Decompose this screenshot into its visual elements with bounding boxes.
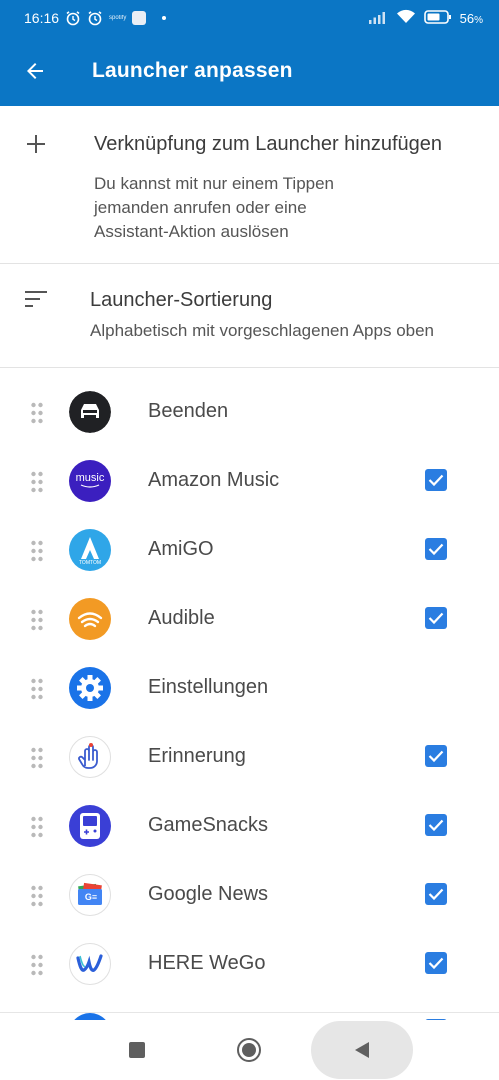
partial-app-icon bbox=[69, 1013, 111, 1020]
description-line: Assistant-Aktion auslösen bbox=[94, 222, 289, 241]
battery-unit: % bbox=[474, 14, 483, 26]
arrow-back-icon bbox=[27, 63, 43, 79]
recents-button[interactable] bbox=[129, 1042, 145, 1058]
page-title: Launcher anpassen bbox=[92, 59, 293, 82]
google-news-icon: G≡ bbox=[69, 874, 111, 916]
app-bar: Launcher anpassen bbox=[0, 36, 499, 106]
add-shortcut-row[interactable]: Verknüpfung zum Launcher hinzufügen Du k… bbox=[0, 106, 499, 264]
amazon-music-icon: music bbox=[69, 460, 111, 502]
amigo-icon: TOMTOM bbox=[69, 529, 111, 571]
list-item-here-wego[interactable]: HERE WeGo bbox=[0, 930, 499, 999]
app-label: Beenden bbox=[148, 400, 229, 422]
drag-handle-icon[interactable] bbox=[30, 885, 44, 907]
app-checkbox-checked[interactable] bbox=[425, 469, 447, 491]
app-label: GameSnacks bbox=[148, 814, 269, 836]
app-list: Beenden music Amazon Music TOMTOM AmiGO bbox=[0, 378, 499, 999]
drag-handle-icon[interactable] bbox=[30, 954, 44, 976]
audible-icon bbox=[69, 598, 111, 640]
check-icon bbox=[428, 888, 444, 901]
drag-handle-icon[interactable] bbox=[30, 402, 44, 424]
check-icon bbox=[428, 957, 444, 970]
back-triangle-icon bbox=[355, 1042, 369, 1058]
battery-level: 56% bbox=[460, 11, 483, 26]
plus-icon bbox=[27, 135, 45, 153]
drag-handle-icon[interactable] bbox=[30, 471, 44, 493]
sort-icon bbox=[25, 291, 47, 307]
battery-value: 56 bbox=[459, 10, 475, 26]
check-icon bbox=[428, 474, 444, 487]
list-item-beenden[interactable]: Beenden bbox=[0, 378, 499, 447]
app-label: Einstellungen bbox=[148, 676, 269, 698]
system-nav-bar bbox=[0, 1020, 499, 1080]
list-item-einstellungen[interactable]: Einstellungen bbox=[0, 654, 499, 723]
list-item-amigo[interactable]: TOMTOM AmiGO bbox=[0, 516, 499, 585]
list-item-erinnerung[interactable]: Erinnerung bbox=[0, 723, 499, 792]
gamesnacks-icon bbox=[69, 805, 111, 847]
add-shortcut-title: Verknüpfung zum Launcher hinzufügen bbox=[94, 133, 443, 155]
screen: 16:16 spotify 56% Launcher anpassen Verk… bbox=[0, 0, 499, 1080]
drag-handle-icon[interactable] bbox=[30, 747, 44, 769]
app-label: HERE WeGo bbox=[148, 952, 266, 974]
list-item-partial[interactable] bbox=[0, 1012, 499, 1020]
app-label: AmiGO bbox=[148, 538, 214, 560]
list-item-gamesnacks[interactable]: GameSnacks bbox=[0, 792, 499, 861]
app-checkbox-checked[interactable] bbox=[425, 607, 447, 629]
status-bar: 16:16 spotify 56% bbox=[0, 0, 499, 36]
here-wego-icon bbox=[69, 943, 111, 985]
signal-icon bbox=[368, 10, 388, 27]
drag-handle-icon[interactable] bbox=[30, 678, 44, 700]
app-label: Erinnerung bbox=[148, 745, 246, 767]
check-icon bbox=[428, 750, 444, 763]
sorting-title: Launcher-Sortierung bbox=[90, 289, 273, 311]
app-label: Amazon Music bbox=[148, 469, 280, 491]
drag-handle-icon[interactable] bbox=[30, 609, 44, 631]
settings-gear-icon bbox=[69, 667, 111, 709]
amazon-music-icon-text: music bbox=[75, 472, 105, 484]
add-shortcut-description: Du kannst mit nur einem Tippen jemanden … bbox=[94, 172, 414, 244]
description-line: Du kannst mit nur einem Tippen bbox=[94, 174, 335, 193]
battery-icon bbox=[423, 9, 452, 27]
app-checkbox-checked[interactable] bbox=[425, 952, 447, 974]
reminder-hand-icon bbox=[69, 736, 111, 778]
check-icon bbox=[428, 819, 444, 832]
app-label: Audible bbox=[148, 607, 215, 629]
home-button[interactable] bbox=[237, 1038, 261, 1062]
status-time: 16:16 bbox=[24, 10, 60, 26]
google-news-icon-text: G≡ bbox=[84, 892, 98, 902]
app-label: Google News bbox=[148, 883, 269, 905]
drag-handle-icon[interactable] bbox=[30, 816, 44, 838]
spotify-label: spotify bbox=[109, 15, 127, 21]
nav-back-button[interactable] bbox=[311, 1021, 413, 1079]
list-item-amazon-music[interactable]: music Amazon Music bbox=[0, 447, 499, 516]
amigo-icon-text: TOMTOM bbox=[78, 560, 102, 566]
alarm-icon bbox=[65, 10, 81, 26]
check-icon bbox=[428, 612, 444, 625]
more-notifications-icon bbox=[162, 16, 167, 20]
drag-handle-icon[interactable] bbox=[30, 540, 44, 562]
app-checkbox-checked[interactable] bbox=[425, 745, 447, 767]
app-checkbox-checked[interactable] bbox=[425, 814, 447, 836]
description-line: jemanden anrufen oder eine bbox=[94, 198, 307, 217]
check-icon bbox=[428, 543, 444, 556]
launcher-sorting-row[interactable]: Launcher-Sortierung Alphabetisch mit vor… bbox=[0, 265, 499, 368]
alarm-clock-icon bbox=[87, 10, 103, 26]
exit-car-icon bbox=[69, 391, 111, 433]
back-button[interactable] bbox=[0, 36, 70, 106]
list-item-google-news[interactable]: G≡ Google News bbox=[0, 861, 499, 930]
app-checkbox-checked[interactable] bbox=[425, 538, 447, 560]
list-item-audible[interactable]: Audible bbox=[0, 585, 499, 654]
home-icon bbox=[242, 1043, 256, 1057]
sorting-subtitle: Alphabetisch mit vorgeschlagenen Apps ob… bbox=[90, 321, 435, 340]
wifi-icon bbox=[396, 9, 416, 27]
notification-app-icon bbox=[132, 11, 147, 25]
app-checkbox-checked[interactable] bbox=[425, 883, 447, 905]
